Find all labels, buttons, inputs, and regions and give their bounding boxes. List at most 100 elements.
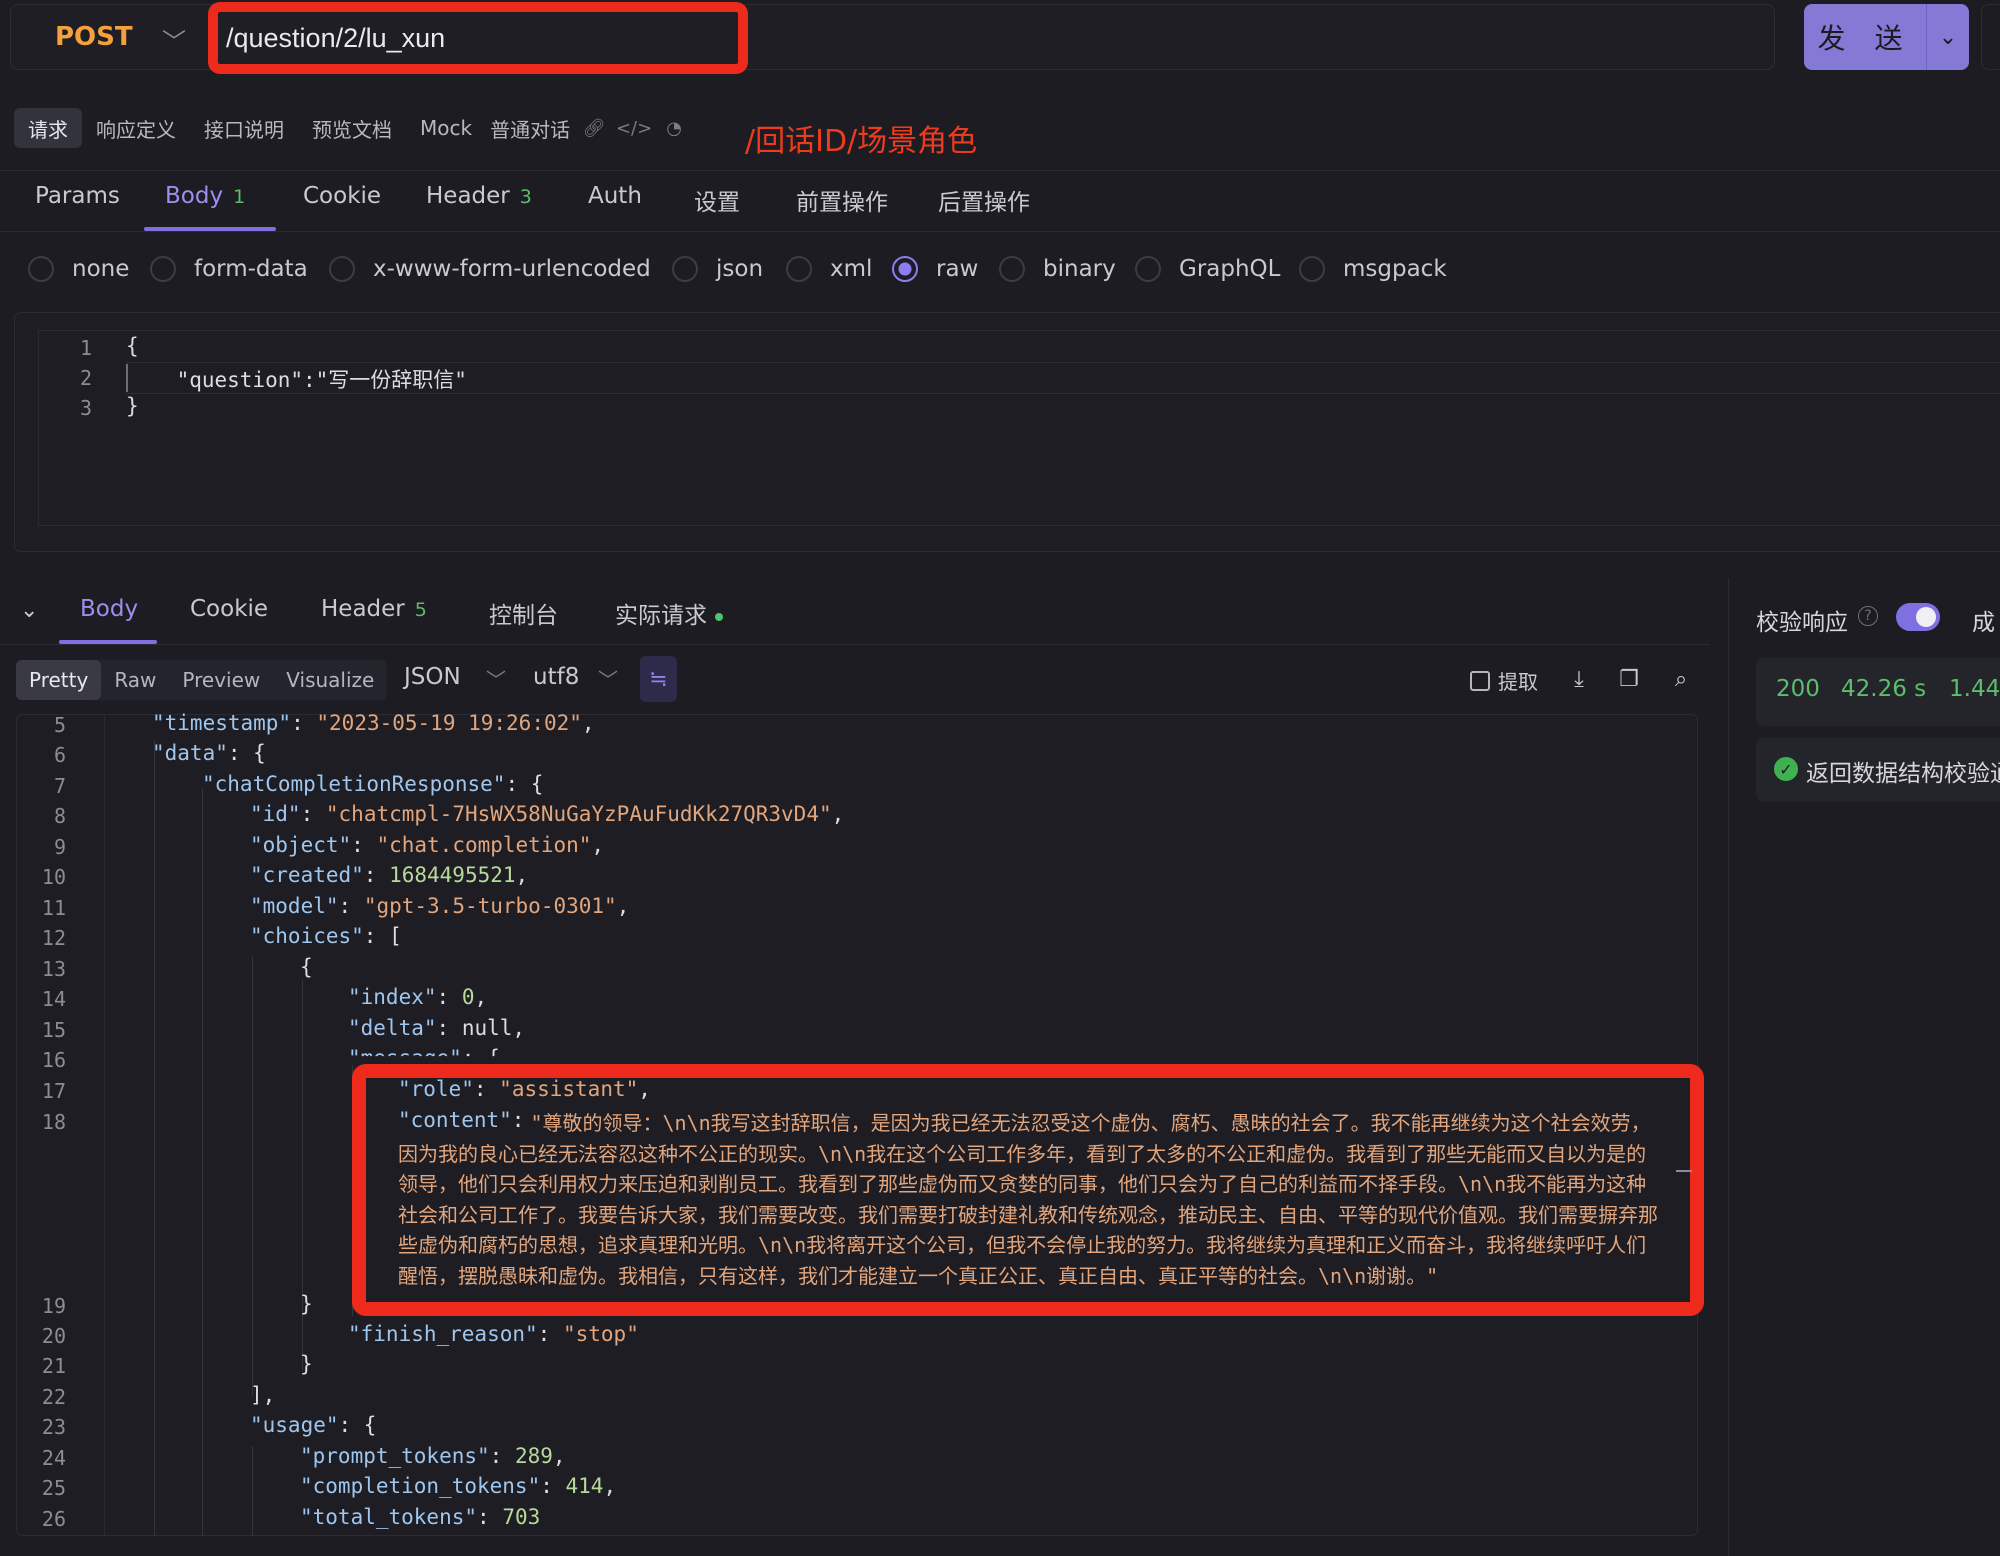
radio-form-data[interactable]: form-data (150, 256, 308, 282)
tab-request[interactable]: 请求 (14, 108, 82, 148)
radio-label: GraphQL (1179, 256, 1281, 282)
line-number: 12 (41, 926, 66, 950)
code-icon[interactable]: </> (614, 108, 654, 148)
tab-badge: 1 (233, 186, 246, 208)
index-value: 0 (461, 985, 475, 1009)
response-tab-cookie[interactable]: Cookie (190, 596, 268, 622)
radio-label: none (72, 256, 130, 282)
code-line-total-tokens: "total_tokens": 703 (300, 1505, 541, 1529)
line-number: 21 (41, 1354, 66, 1378)
request-body-editor[interactable] (38, 330, 2000, 526)
view-visualize[interactable]: Visualize (273, 660, 387, 700)
scrollbar-indicator[interactable] (1676, 1170, 1692, 1172)
method-select[interactable]: POST (55, 22, 133, 52)
extra-button-edge[interactable] (1981, 4, 2000, 70)
view-pretty[interactable]: Pretty (16, 660, 102, 700)
radio-graphql[interactable]: GraphQL (1135, 256, 1280, 282)
line-number: 25 (41, 1476, 66, 1500)
line-number: 6 (53, 743, 66, 767)
tab-post-operations[interactable]: 后置操作 (938, 183, 1030, 217)
code-line-delta: "delta": null, (348, 1016, 526, 1040)
total-tokens-value: 703 (502, 1505, 541, 1529)
doc-tabs: 请求 响应定义 接口说明 预览文档 Mock 普通对话 🔗︎ </> ◔ (14, 108, 694, 148)
validate-response-toggle[interactable] (1896, 603, 1940, 631)
radio-msgpack[interactable]: msgpack (1299, 256, 1447, 282)
code-line-prompt-tokens: "prompt_tokens": 289, (300, 1444, 566, 1468)
chevron-down-icon[interactable]: ﹀ (486, 664, 506, 693)
radio-none[interactable]: none (28, 256, 129, 282)
created-value: 1684495521 (389, 863, 516, 887)
code-line-finish-reason: "finish_reason": "stop" (348, 1322, 639, 1346)
radio-dot[interactable] (892, 256, 918, 282)
tab-settings[interactable]: 设置 (694, 183, 740, 217)
extract-button[interactable]: 提取 (1470, 666, 1538, 695)
toggle-knob (1916, 607, 1936, 627)
radio-dot[interactable] (1135, 256, 1161, 282)
radio-xml[interactable]: xml (786, 256, 872, 282)
tab-badge: 5 (414, 599, 427, 621)
radio-dot[interactable] (1299, 256, 1325, 282)
tab-auth[interactable]: Auth (588, 183, 642, 209)
radio-label: x-www-form-urlencoded (373, 256, 651, 282)
tab-header[interactable]: Header 3 (426, 183, 532, 209)
tab-params[interactable]: Params (35, 183, 120, 209)
tab-api-description[interactable]: 接口说明 (190, 108, 298, 148)
tab-body[interactable]: Body 1 (165, 183, 245, 209)
radio-raw[interactable]: raw (892, 256, 978, 282)
line-number: 3 (79, 396, 92, 420)
model-value: gpt-3.5-turbo-0301 (376, 894, 605, 918)
palette-icon[interactable]: ◔ (654, 108, 694, 148)
url-input[interactable] (208, 2, 748, 74)
tab-preview-doc[interactable]: 预览文档 (298, 108, 406, 148)
radio-dot[interactable] (28, 256, 54, 282)
send-button[interactable]: 发 送 ⌄ (1804, 4, 1969, 70)
radio-dot[interactable] (786, 256, 812, 282)
code-line-close-choices: ], (250, 1383, 276, 1407)
response-tab-header[interactable]: Header 5 (321, 596, 427, 622)
help-icon[interactable]: ? (1858, 606, 1878, 626)
format-select[interactable]: JSON (404, 664, 461, 690)
tab-badge: 3 (519, 186, 532, 208)
radio-label: msgpack (1343, 256, 1447, 282)
code-line-object: "object": "chat.completion", (250, 833, 605, 857)
download-icon[interactable]: ⤓ (1564, 664, 1594, 694)
chevron-down-icon[interactable]: ﹀ (162, 22, 186, 57)
copy-icon[interactable]: ❐ (1614, 664, 1644, 694)
code-line-completion-tokens: "completion_tokens": 414, (300, 1474, 617, 1498)
tab-mock[interactable]: Mock (406, 108, 486, 148)
tab-pre-operations[interactable]: 前置操作 (796, 183, 888, 217)
response-tab-console[interactable]: 控制台 (489, 596, 558, 630)
radio-json[interactable]: json (672, 256, 763, 282)
collapse-chevron-icon[interactable]: ⌄ (20, 598, 38, 623)
code-line-model: "model": "gpt-3.5-turbo-0301", (250, 894, 630, 918)
tab-response-definition[interactable]: 响应定义 (82, 108, 190, 148)
line-number: 15 (41, 1018, 66, 1042)
response-tab-actual-request[interactable]: 实际请求 (615, 596, 723, 630)
code-line-usage: "usage": { (250, 1413, 377, 1437)
send-dropdown-chevron-icon[interactable]: ⌄ (1926, 4, 1969, 70)
gutter-divider (104, 714, 105, 1536)
radio-label: raw (936, 256, 979, 282)
radio-x-www-form-urlencoded[interactable]: x-www-form-urlencoded (329, 256, 651, 282)
radio-dot[interactable] (672, 256, 698, 282)
link-icon[interactable]: 🔗︎ (574, 108, 614, 148)
view-raw[interactable]: Raw (101, 660, 169, 700)
line-number: 11 (41, 896, 66, 920)
search-icon[interactable]: ⌕ (1666, 664, 1696, 694)
tab-cookie[interactable]: Cookie (303, 183, 381, 209)
endpoint-name: 普通对话 (490, 117, 571, 142)
wrap-lines-icon[interactable]: ≒ (640, 656, 677, 702)
request-tabs: Params Body 1 Cookie Header 3 Auth 设置 前置操作… (0, 170, 2000, 232)
radio-dot[interactable] (329, 256, 355, 282)
line-number: 17 (41, 1079, 66, 1103)
response-tab-body[interactable]: Body (80, 596, 138, 622)
radio-dot[interactable] (999, 256, 1025, 282)
radio-binary[interactable]: binary (999, 256, 1116, 282)
send-button-label[interactable]: 发 送 (1804, 4, 1926, 70)
tab-label: Params (35, 183, 120, 209)
encoding-select[interactable]: utf8 (533, 664, 579, 690)
radio-dot[interactable] (150, 256, 176, 282)
tab-label: Header (426, 183, 510, 209)
view-preview[interactable]: Preview (169, 660, 273, 700)
chevron-down-icon[interactable]: ﹀ (598, 664, 618, 693)
